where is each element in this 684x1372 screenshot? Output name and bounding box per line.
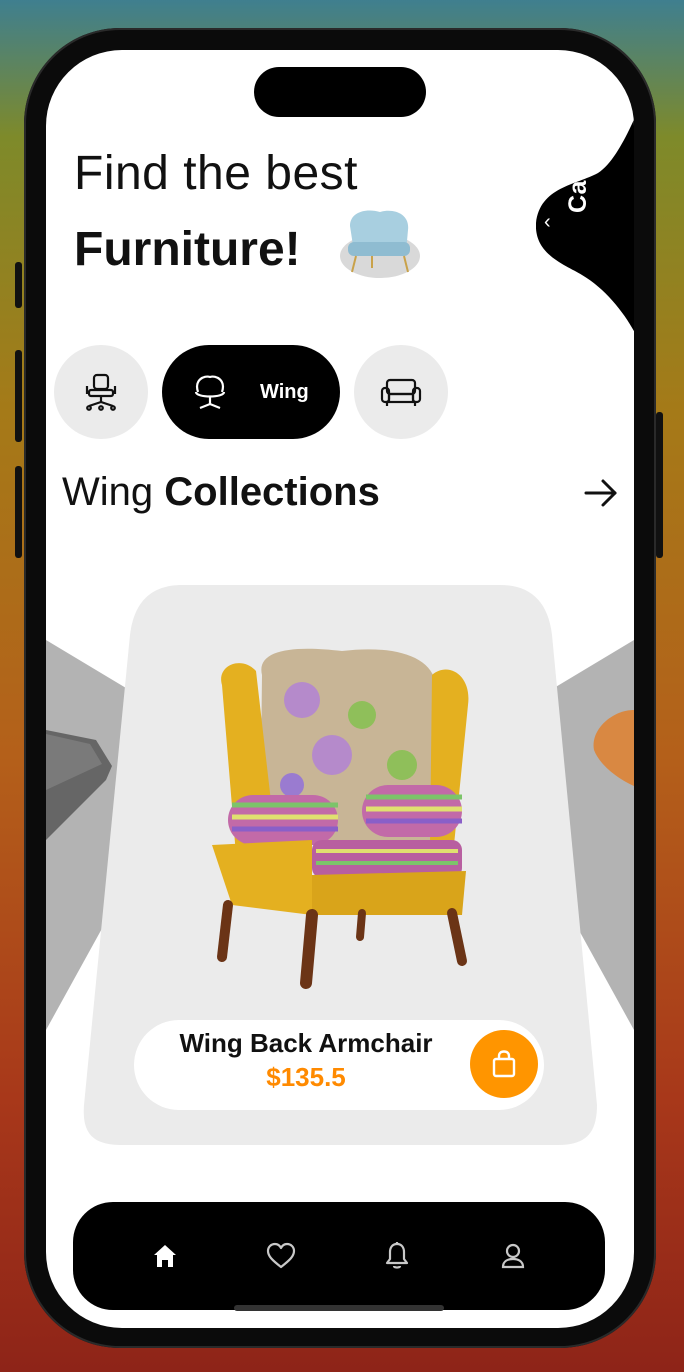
category-office-chair[interactable]	[54, 345, 148, 439]
cart-tab[interactable]: ‹ Cart	[536, 115, 634, 335]
cart-label: Cart	[564, 160, 592, 213]
product-info: Wing Back Armchair $135.5	[134, 1020, 544, 1110]
arrow-right-icon[interactable]	[582, 474, 620, 512]
product-price: $135.5	[266, 1062, 346, 1092]
silent-switch	[15, 262, 22, 308]
dynamic-island	[254, 67, 426, 117]
nav-home[interactable]	[145, 1236, 185, 1276]
app-screen: ‹ Cart Find the best Furniture! Wing Win…	[46, 50, 634, 1328]
power-button	[656, 412, 663, 558]
nav-notifications[interactable]	[377, 1236, 417, 1276]
profile-icon	[501, 1243, 525, 1269]
volume-up-button	[15, 350, 22, 442]
home-indicator	[234, 1305, 444, 1311]
bell-icon	[385, 1242, 409, 1269]
office-chair-icon	[85, 373, 117, 411]
product-name: Wing Back Armchair	[179, 1028, 433, 1058]
section-title: Wing Collections	[62, 470, 380, 515]
chevron-left-icon: ‹	[544, 211, 551, 233]
product-card[interactable]: Wing Back Armchair $135.5	[82, 585, 600, 1147]
category-label: Wing	[260, 380, 309, 403]
bottom-nav	[73, 1202, 605, 1310]
sofa-icon	[380, 378, 422, 406]
section-title-bold: Collections	[164, 470, 380, 514]
nav-favorites[interactable]	[261, 1236, 301, 1276]
shopping-bag-icon	[492, 1050, 516, 1078]
nav-profile[interactable]	[493, 1236, 533, 1276]
category-sofa[interactable]	[354, 345, 448, 439]
headline-line2: Furniture!	[74, 223, 301, 276]
wing-back-armchair-image	[212, 648, 469, 989]
volume-down-button	[15, 466, 22, 558]
section-title-light: Wing	[62, 470, 154, 514]
armchair-emoji-icon	[340, 210, 420, 278]
wing-chair-icon	[194, 375, 226, 410]
home-icon	[154, 1245, 176, 1267]
heart-icon	[266, 1242, 296, 1269]
category-wing[interactable]: Wing	[162, 345, 340, 439]
add-to-cart-button[interactable]	[470, 1030, 538, 1098]
headline-line1: Find the best	[74, 147, 358, 200]
